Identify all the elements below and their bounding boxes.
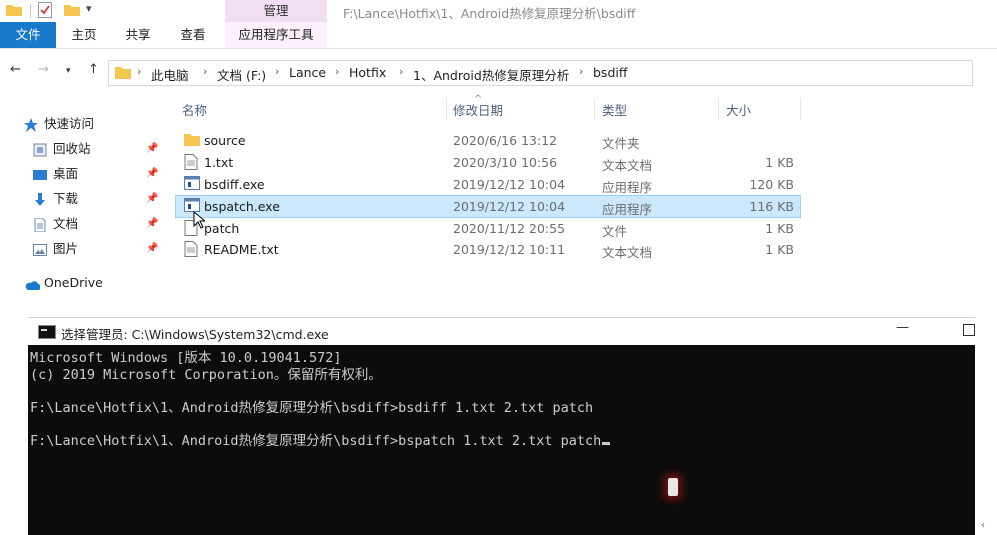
forward-arrow-icon[interactable]: → — [38, 62, 49, 77]
explorer-background — [0, 317, 28, 535]
chevron-right-icon[interactable]: › — [137, 65, 141, 78]
column-size[interactable]: 大小 — [726, 100, 751, 119]
breadcrumb-hotfix[interactable]: Hotfix — [349, 65, 386, 80]
navigation-pane: 快速访问 回收站 📌 桌面 📌 下载 📌 文档 📌 图片 📌 OneDrive — [0, 96, 165, 316]
pin-icon[interactable]: 📌 — [146, 193, 158, 204]
document-icon — [33, 217, 47, 233]
cloud-icon — [24, 276, 41, 290]
maximize-icon[interactable] — [963, 324, 975, 336]
console-command: F:\Lance\Hotfix\1、Android热修复原理分析\bsdiff>… — [30, 433, 602, 449]
pin-icon[interactable]: 📌 — [146, 218, 158, 229]
column-type[interactable]: 类型 — [602, 100, 627, 119]
edge-glyph-icon: ‹ — [981, 520, 985, 531]
file-row-patch[interactable]: patch 2020/11/12 20:55 文件 1 KB — [176, 218, 800, 239]
tab-view[interactable]: 查看 — [166, 22, 220, 48]
recycle-bin-icon — [33, 142, 47, 157]
tab-file[interactable]: 文件 — [0, 22, 56, 48]
column-divider[interactable] — [594, 98, 595, 120]
mouse-pointer-icon — [193, 210, 207, 232]
column-date[interactable]: 修改日期 — [453, 100, 503, 119]
text-cursor-highlight-icon — [668, 478, 678, 496]
chevron-right-icon[interactable]: › — [335, 65, 339, 78]
back-arrow-icon[interactable]: ← — [10, 62, 21, 77]
breadcrumb-bsdiff[interactable]: bsdiff — [593, 65, 627, 80]
chevron-right-icon[interactable]: › — [579, 65, 583, 78]
file-row-bsdiff-exe[interactable]: bsdiff.exe 2019/12/12 10:04 应用程序 120 KB — [176, 174, 800, 195]
tab-app-tools[interactable]: 应用程序工具 — [225, 22, 327, 48]
folder-icon — [184, 132, 200, 149]
application-icon — [184, 176, 200, 193]
context-tab-manage[interactable]: 管理 — [225, 0, 327, 22]
recent-locations-icon[interactable]: ▾ — [66, 66, 71, 76]
console-line: F:\Lance\Hotfix\1、Android热修复原理分析\bsdiff>… — [30, 400, 594, 416]
minimize-icon[interactable]: — — [896, 320, 909, 335]
qat-divider — [30, 4, 31, 18]
tab-share[interactable]: 共享 — [112, 22, 164, 48]
address-bar[interactable]: › 此电脑 › 文档 (F:) › Lance › Hotfix › 1、And… — [108, 60, 973, 86]
cmd-title-bar[interactable]: 选择管理员: C:\Windows\System32\cmd.exe — — [28, 317, 975, 346]
text-caret — [602, 442, 611, 445]
properties-icon[interactable] — [38, 2, 52, 21]
new-folder-icon[interactable] — [64, 3, 80, 19]
pin-icon[interactable]: 📌 — [146, 143, 158, 154]
breadcrumb-drive[interactable]: 文档 (F:) — [217, 65, 266, 84]
star-icon — [24, 117, 38, 132]
tab-home[interactable]: 主页 — [58, 22, 110, 48]
cmd-console[interactable]: Microsoft Windows [版本 10.0.19041.572] (c… — [28, 345, 975, 535]
chevron-right-icon[interactable]: › — [203, 65, 207, 78]
pin-icon[interactable]: 📌 — [146, 243, 158, 254]
pin-icon[interactable]: 📌 — [146, 168, 158, 179]
folder-icon[interactable] — [6, 3, 22, 19]
chevron-right-icon[interactable]: › — [275, 65, 279, 78]
console-input-line[interactable]: F:\Lance\Hotfix\1、Android热修复原理分析\bsdiff>… — [30, 429, 611, 449]
column-name[interactable]: 名称 — [182, 100, 207, 119]
breadcrumb-lance[interactable]: Lance — [289, 65, 326, 80]
column-divider[interactable] — [446, 98, 447, 120]
text-file-icon — [184, 241, 198, 260]
cmd-window-title: 选择管理员: C:\Windows\System32\cmd.exe — [61, 327, 329, 342]
column-headers: ^ 名称 修改日期 类型 大小 — [168, 94, 808, 122]
breadcrumb-this-pc[interactable]: 此电脑 — [151, 65, 189, 84]
window-title-path: F:\Lance\Hotfix\1、Android热修复原理分析\bsdiff — [343, 6, 636, 21]
column-divider[interactable] — [718, 98, 719, 120]
address-bar-row: ← → ▾ ↑ › 此电脑 › 文档 (F:) › Lance › Hotfix… — [0, 56, 997, 88]
title-bar: ▾ 管理 F:\Lance\Hotfix\1、Android热修复原理分析\bs… — [0, 0, 997, 22]
breadcrumb-android[interactable]: 1、Android热修复原理分析 — [413, 65, 569, 84]
text-file-icon — [184, 154, 198, 173]
up-arrow-icon[interactable]: ↑ — [88, 62, 99, 77]
file-row-1txt[interactable]: 1.txt 2020/3/10 10:56 文本文档 1 KB — [176, 152, 800, 173]
console-line: (c) 2019 Microsoft Corporation。保留所有权利。 — [30, 367, 382, 383]
ribbon-tabs: 文件 主页 共享 查看 应用程序工具 — [0, 22, 997, 49]
download-icon — [33, 192, 47, 206]
console-icon — [38, 325, 56, 339]
chevron-right-icon[interactable]: › — [399, 65, 403, 78]
file-row-source[interactable]: source 2020/6/16 13:12 文件夹 — [176, 130, 800, 151]
pictures-icon — [33, 242, 47, 256]
desktop-icon — [33, 167, 47, 181]
file-row-bspatch-exe[interactable]: bspatch.exe 2019/12/12 10:04 应用程序 116 KB — [175, 195, 801, 218]
file-row-readme[interactable]: README.txt 2019/12/12 10:11 文本文档 1 KB — [176, 239, 800, 260]
folder-icon — [115, 65, 131, 82]
customize-qat-icon[interactable]: ▾ — [86, 2, 92, 15]
column-divider[interactable] — [800, 98, 801, 120]
